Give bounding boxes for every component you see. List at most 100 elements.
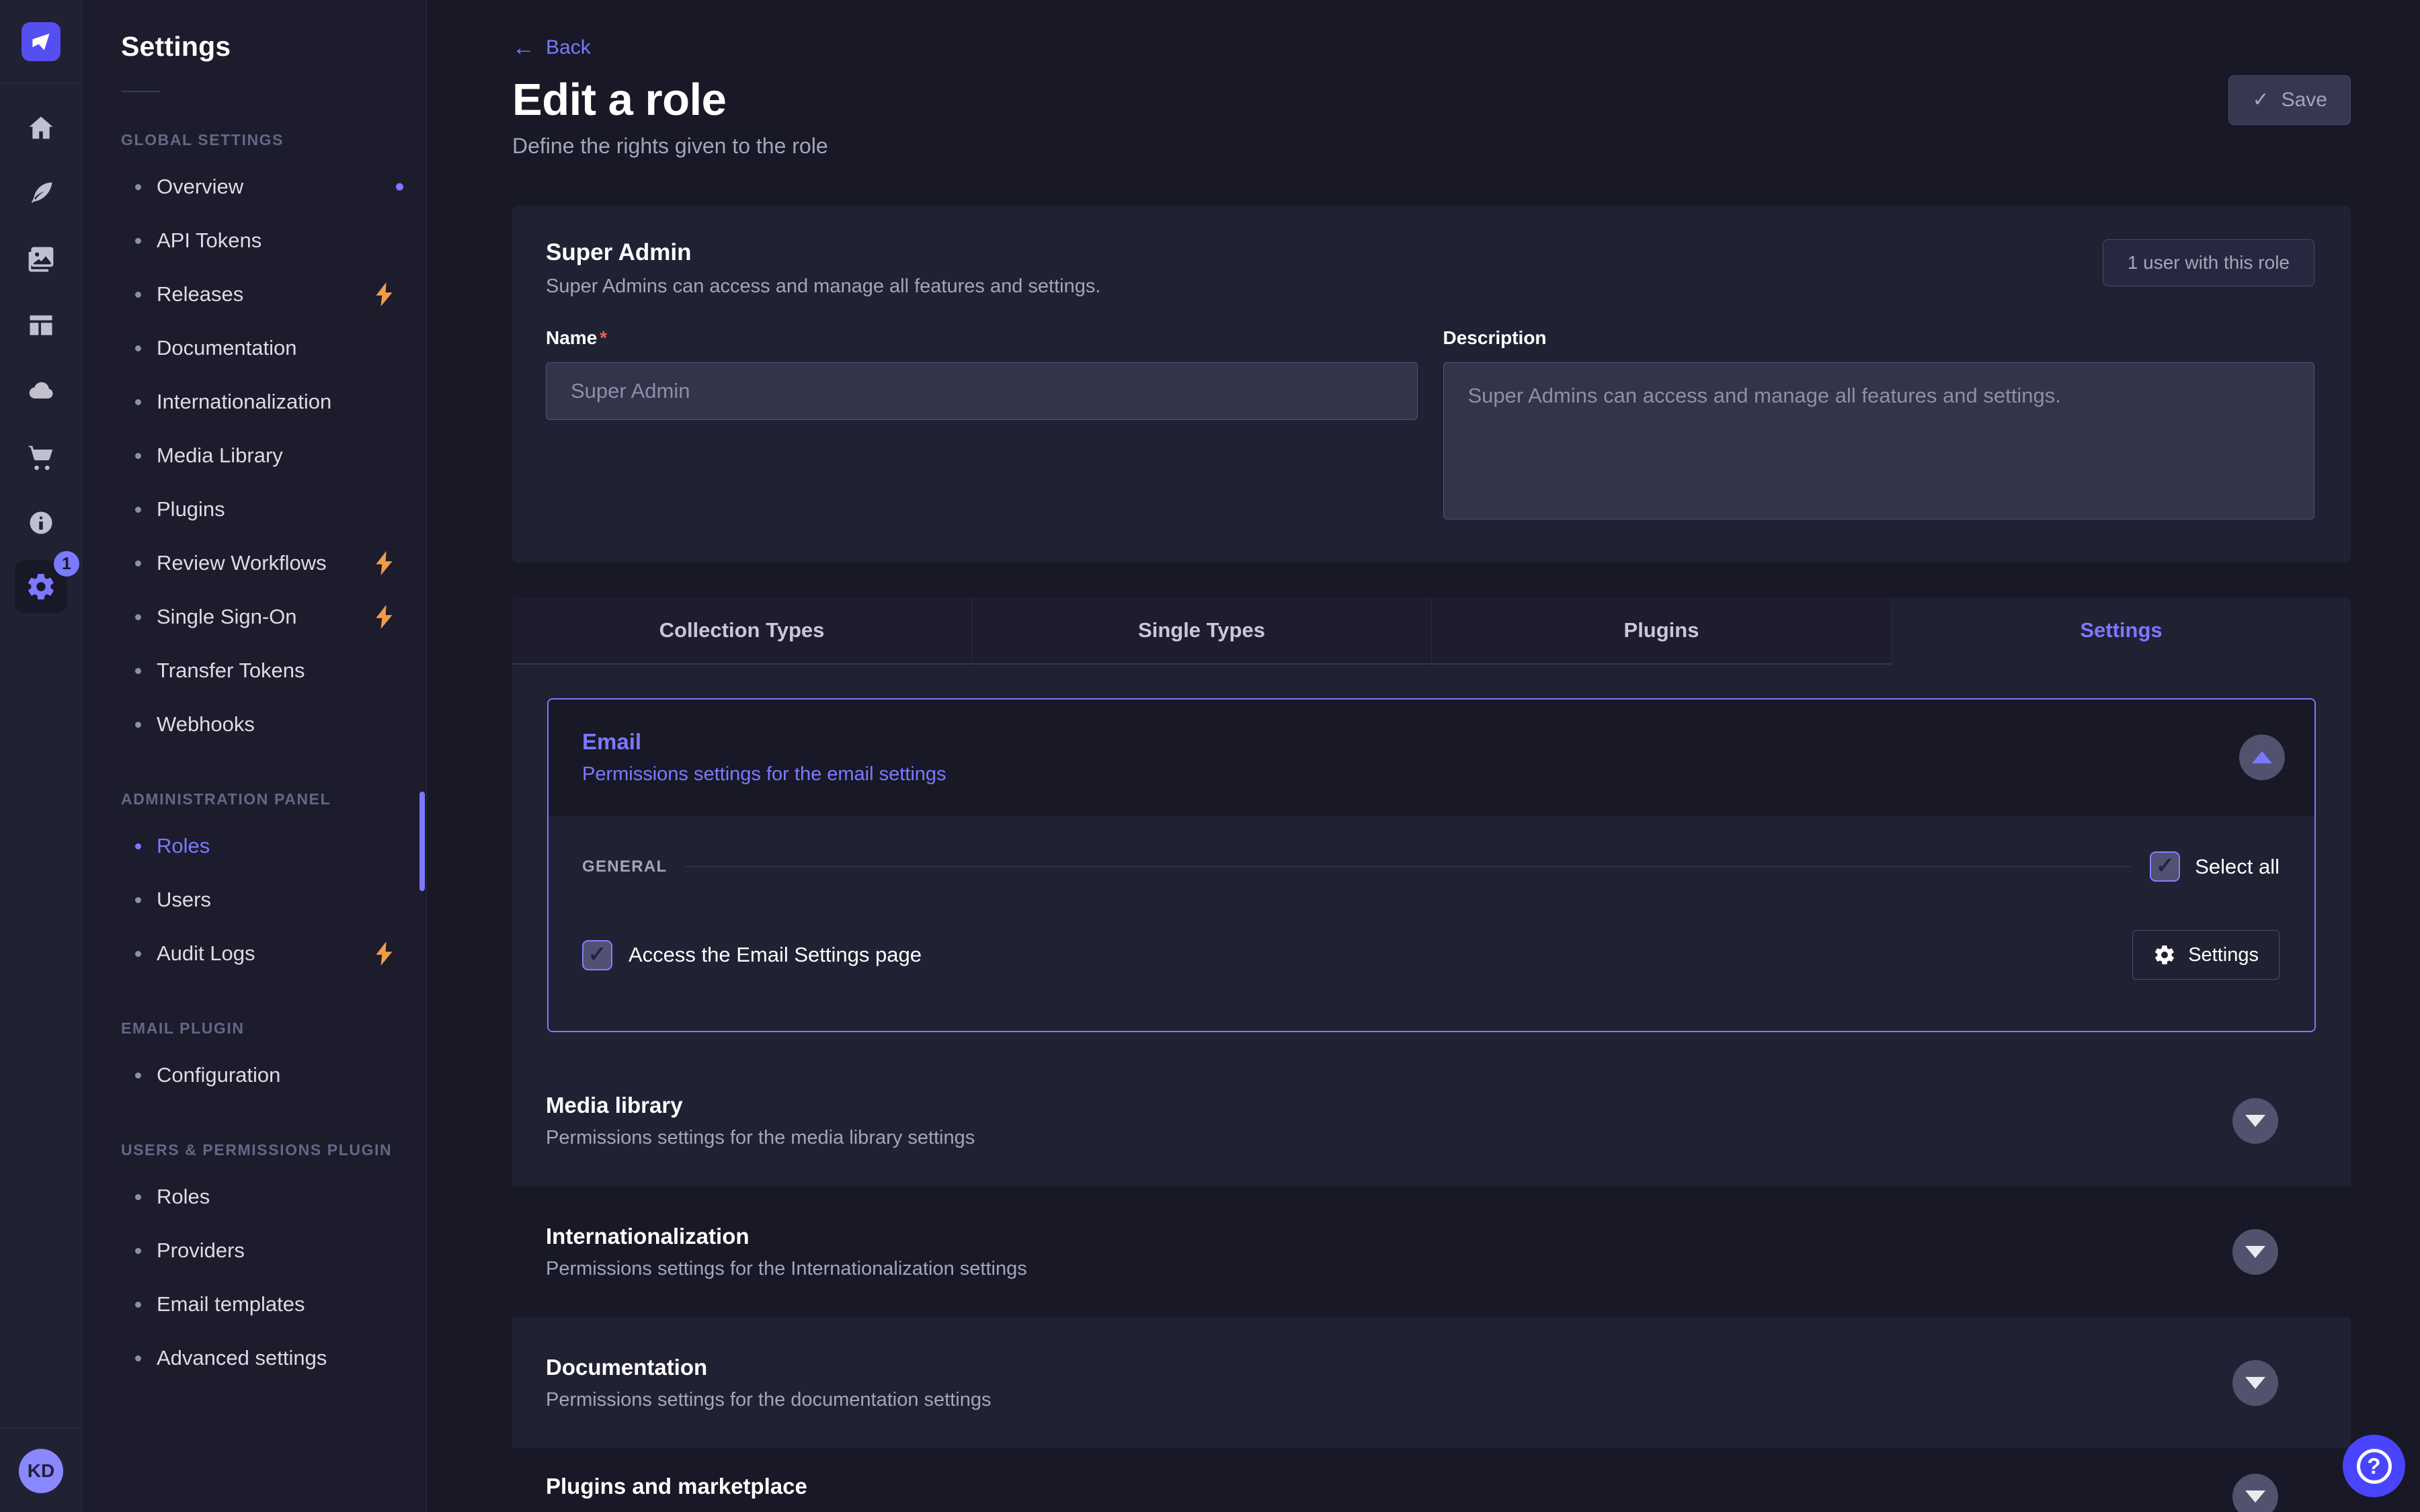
check-icon: ✓ — [2252, 88, 2269, 112]
sidebar-item-single-sign-on[interactable]: Single Sign-On — [121, 590, 426, 644]
notification-dot-icon — [396, 183, 403, 191]
sidebar-item-transfer-tokens[interactable]: Transfer Tokens — [121, 644, 426, 698]
expand-button[interactable] — [2232, 1360, 2278, 1406]
bullet-icon — [135, 1073, 141, 1079]
role-details-card: Super Admin Super Admins can access and … — [512, 206, 2351, 562]
chevron-down-icon — [2245, 1490, 2265, 1503]
marketplace-cart-icon[interactable] — [9, 425, 73, 489]
bullet-icon — [135, 897, 141, 903]
bullet-icon — [135, 668, 141, 674]
home-icon[interactable] — [9, 95, 73, 160]
settings-icon[interactable]: 1 — [15, 560, 67, 613]
expand-button[interactable] — [2232, 1098, 2278, 1144]
tab-plugins[interactable]: Plugins — [1432, 597, 1892, 665]
gear-icon — [2153, 943, 2176, 966]
tab-collection-types[interactable]: Collection Types — [512, 597, 972, 665]
back-arrow-icon: ← — [512, 36, 535, 59]
tab-single-types[interactable]: Single Types — [972, 597, 1432, 665]
lightning-icon — [374, 605, 394, 629]
media-library-icon[interactable] — [9, 227, 73, 292]
name-input[interactable] — [546, 362, 1418, 420]
cloud-icon[interactable] — [9, 359, 73, 423]
email-permission-row: ✓ Access the Email Settings page Setting… — [582, 930, 2280, 980]
email-accordion-titles: Email Permissions settings for the email… — [582, 729, 946, 786]
bullet-icon — [135, 560, 141, 566]
sidebar-item-api-tokens[interactable]: API Tokens — [121, 214, 426, 267]
sidebar-item-roles[interactable]: Roles — [121, 819, 426, 873]
email-settings-button[interactable]: Settings — [2132, 930, 2280, 980]
sidebar-item-audit-logs[interactable]: Audit Logs — [121, 927, 426, 980]
lightning-icon — [374, 551, 394, 575]
sidebar-title: Settings — [121, 31, 426, 62]
content-manager-feather-icon[interactable] — [9, 161, 73, 226]
back-link[interactable]: ← Back — [512, 0, 591, 59]
expand-button[interactable] — [2232, 1229, 2278, 1275]
bullet-icon — [135, 507, 141, 513]
sidebar-item-up-roles[interactable]: Roles — [121, 1170, 426, 1224]
sidebar-item-documentation[interactable]: Documentation — [121, 321, 426, 375]
avatar[interactable]: KD — [19, 1449, 63, 1493]
section-divider — [686, 866, 2131, 867]
collapse-button[interactable] — [2239, 734, 2285, 780]
select-all-checkbox[interactable]: ✓ — [2150, 851, 2180, 882]
lightning-icon — [374, 282, 394, 306]
tab-settings[interactable]: Settings — [1892, 597, 2351, 665]
chevron-up-icon — [2252, 751, 2272, 763]
users-with-role-button[interactable]: 1 user with this role — [2103, 239, 2314, 286]
check-icon: ✓ — [2156, 854, 2175, 876]
select-all-label: Select all — [2195, 855, 2280, 879]
row-titles: Internationalization Permissions setting… — [546, 1224, 1027, 1280]
accordion-row-documentation[interactable]: Documentation Permissions settings for t… — [512, 1317, 2351, 1448]
chevron-down-icon — [2245, 1246, 2265, 1258]
description-input[interactable]: Super Admins can access and manage all f… — [1443, 362, 2315, 519]
sidebar-item-review-workflows[interactable]: Review Workflows — [121, 536, 426, 590]
expand-button[interactable] — [2232, 1474, 2278, 1512]
bullet-icon — [135, 1194, 141, 1200]
bullet-icon — [135, 614, 141, 620]
page-header: Edit a role ✓ Save — [512, 74, 2351, 126]
strapi-logo[interactable] — [22, 22, 61, 61]
role-card-header: Super Admin Super Admins can access and … — [546, 239, 2314, 298]
bullet-icon — [135, 345, 141, 351]
accordion-row-internationalization[interactable]: Internationalization Permissions setting… — [512, 1186, 2351, 1317]
sidebar-scrollbar-thumb[interactable] — [419, 792, 425, 891]
bullet-icon — [135, 238, 141, 244]
bullet-icon — [135, 1355, 141, 1361]
sidebar-item-providers[interactable]: Providers — [121, 1224, 426, 1277]
required-asterisk: * — [600, 327, 607, 348]
save-button[interactable]: ✓ Save — [2228, 75, 2351, 125]
sidebar-item-overview[interactable]: Overview — [121, 160, 426, 214]
role-title: Super Admin — [546, 239, 1100, 266]
sidebar-item-users[interactable]: Users — [121, 873, 426, 927]
help-button[interactable]: ? — [2343, 1435, 2405, 1497]
bullet-icon — [135, 453, 141, 459]
email-plugin-list: Configuration — [121, 1048, 426, 1102]
accordion-row-media-library[interactable]: Media library Permissions settings for t… — [512, 1055, 2351, 1186]
info-icon[interactable] — [9, 491, 73, 555]
bullet-icon — [135, 1302, 141, 1308]
email-accordion-title: Email — [582, 729, 946, 755]
row-titles: Documentation Permissions settings for t… — [546, 1355, 992, 1411]
email-accordion: Email Permissions settings for the email… — [547, 698, 2316, 1032]
sidebar-item-email-templates[interactable]: Email templates — [121, 1277, 426, 1331]
sidebar-item-configuration[interactable]: Configuration — [121, 1048, 426, 1102]
sidebar-item-webhooks[interactable]: Webhooks — [121, 698, 426, 751]
access-email-settings-checkbox[interactable]: ✓ — [582, 940, 612, 970]
strapi-logo-icon — [31, 32, 51, 52]
sidebar-item-advanced-settings[interactable]: Advanced settings — [121, 1331, 426, 1385]
bullet-icon — [135, 292, 141, 298]
sidebar-item-internationalization[interactable]: Internationalization — [121, 375, 426, 429]
sidebar-item-media-library[interactable]: Media Library — [121, 429, 426, 482]
nav-rail-top: 1 — [0, 0, 82, 613]
content-type-builder-icon[interactable] — [9, 293, 73, 358]
sidebar-item-releases[interactable]: Releases — [121, 267, 426, 321]
permissions-tabs: Collection Types Single Types Plugins Se… — [512, 597, 2351, 665]
email-accordion-header[interactable]: Email Permissions settings for the email… — [549, 700, 2314, 816]
bullet-icon — [135, 722, 141, 728]
sidebar-item-plugins[interactable]: Plugins — [121, 482, 426, 536]
name-label: Name* — [546, 327, 1418, 349]
accordion-row-plugins-and-marketplace[interactable]: Plugins and marketplace — [512, 1448, 2351, 1512]
page-subtitle: Define the rights given to the role — [512, 134, 2351, 159]
chevron-down-icon — [2245, 1115, 2265, 1127]
lightning-icon — [374, 941, 394, 966]
